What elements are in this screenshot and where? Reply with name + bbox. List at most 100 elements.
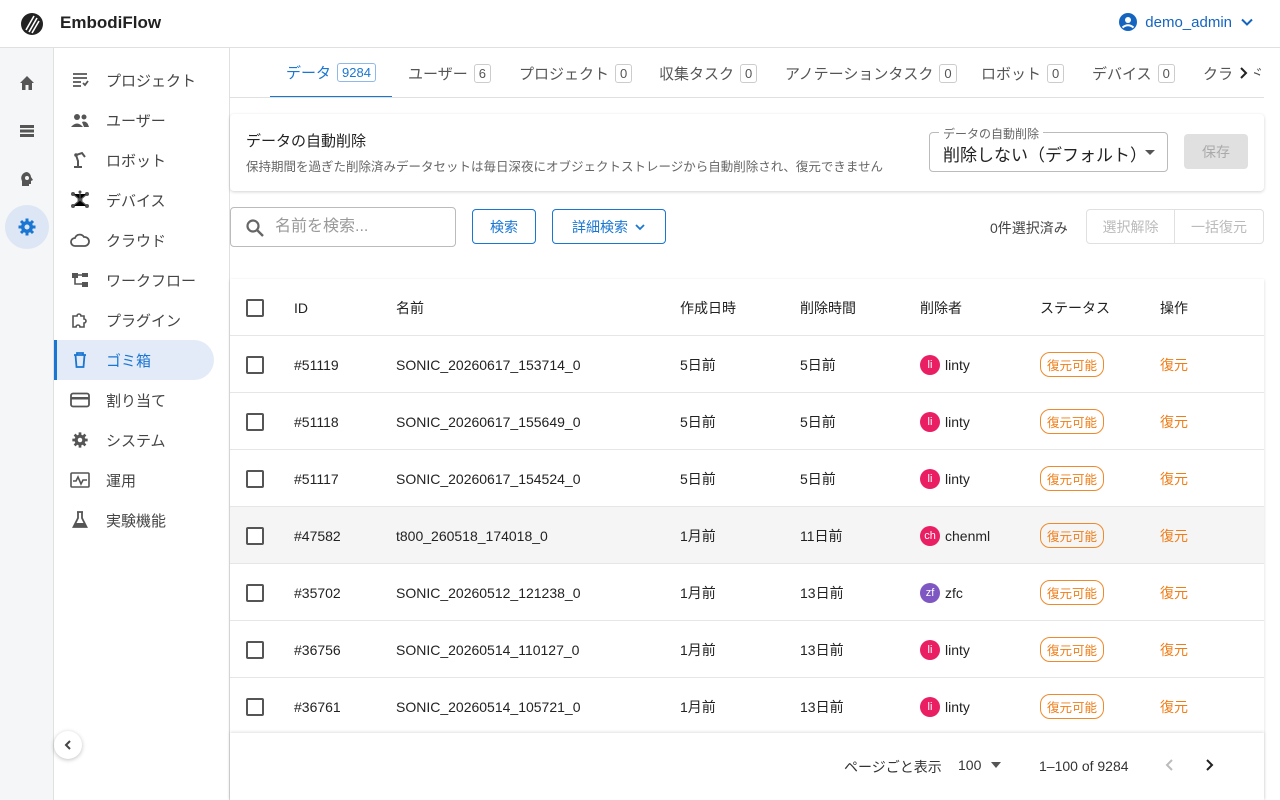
row-name: SONIC_20260514_110127_0 xyxy=(396,641,580,658)
sidebar-item-label: システム xyxy=(106,432,166,450)
restore-link[interactable]: 復元 xyxy=(1160,526,1188,546)
sidebar-item-system[interactable]: システム xyxy=(54,420,214,460)
save-button[interactable]: 保存 xyxy=(1184,134,1248,169)
restore-link[interactable]: 復元 xyxy=(1160,469,1188,489)
row-deleted-time: 5日前 xyxy=(800,413,836,430)
tab-cloud[interactable]: クラウド xyxy=(1203,48,1263,97)
tab-robots[interactable]: ロボット 0 xyxy=(981,48,1065,97)
sidebar-item-robots[interactable]: ロボット xyxy=(54,140,214,180)
restore-link[interactable]: 復元 xyxy=(1160,412,1188,432)
storage-icon[interactable] xyxy=(5,109,49,153)
row-deleted-by: ch chenml xyxy=(920,507,990,564)
sidebar-item-experimental[interactable]: 実験機能 xyxy=(54,500,214,540)
header-name[interactable]: 名前 xyxy=(396,279,424,336)
status-badge: 復元可能 xyxy=(1040,466,1105,491)
psychology-icon[interactable] xyxy=(5,157,49,201)
table-row[interactable]: #51119 SONIC_20260617_153714_0 5日前 5日前 li lin… xyxy=(230,336,1264,393)
tab-users[interactable]: ユーザー 6 xyxy=(408,48,491,97)
collapse-sidebar-button[interactable] xyxy=(54,731,82,759)
row-created: 1月前 xyxy=(680,584,716,601)
settings-icon[interactable] xyxy=(5,205,49,249)
sidebar-item-workflow[interactable]: ワークフロー xyxy=(54,260,214,300)
sidebar-item-allocation[interactable]: 割り当て xyxy=(54,380,214,420)
search-input-box[interactable] xyxy=(230,207,456,247)
row-actions: 復元 xyxy=(1160,393,1188,450)
row-name: t800_260518_174018_0 xyxy=(396,527,548,544)
icon-rail xyxy=(0,48,54,800)
row-checkbox[interactable] xyxy=(246,526,264,545)
table-row[interactable]: #35702 SONIC_20260512_121238_0 1月前 13日前 zf zf… xyxy=(230,564,1264,621)
search-button[interactable]: 検索 xyxy=(472,209,536,244)
header-id[interactable]: ID xyxy=(294,279,308,336)
advanced-search-label: 詳細検索 xyxy=(572,218,628,235)
header-created[interactable]: 作成日時 xyxy=(680,279,736,336)
row-deleted-by: li linty xyxy=(920,336,970,393)
row-checkbox[interactable] xyxy=(246,355,264,374)
top-bar: EmbodiFlow demo_admin xyxy=(0,0,1280,48)
tab-label: ロボット xyxy=(981,65,1042,83)
table-row[interactable]: #36756 SONIC_20260514_110127_0 1月前 13日前 li li… xyxy=(230,621,1264,678)
restore-link[interactable]: 復元 xyxy=(1160,583,1188,603)
chevron-right-icon xyxy=(1240,67,1248,79)
sidebar-item-projects[interactable]: プロジェクト xyxy=(54,60,214,100)
table-row[interactable]: #51118 SONIC_20260617_155649_0 5日前 5日前 li lin… xyxy=(230,393,1264,450)
user-menu[interactable]: demo_admin xyxy=(1119,13,1254,31)
deselect-button[interactable]: 選択解除 xyxy=(1086,209,1175,244)
row-checkbox-cell xyxy=(246,507,264,564)
chevron-left-icon xyxy=(64,740,71,750)
sidebar-item-users[interactable]: ユーザー xyxy=(54,100,214,140)
rows-per-page-select[interactable]: 100 xyxy=(958,757,1002,773)
row-actions: 復元 xyxy=(1160,336,1188,393)
row-id: #51117 xyxy=(294,470,339,487)
sidebar-item-plugins[interactable]: プラグイン xyxy=(54,300,214,340)
row-deleted-by: li linty xyxy=(920,621,970,678)
auto-delete-select[interactable]: データの自動削除 削除しない（デフォルト） xyxy=(929,125,1168,172)
user-avatar: li xyxy=(920,696,940,717)
sidebar-item-label: ロボット xyxy=(106,152,167,170)
sidebar-item-cloud[interactable]: クラウド xyxy=(54,220,214,260)
row-checkbox[interactable] xyxy=(246,583,264,602)
header-deleted-by[interactable]: 削除者 xyxy=(920,279,962,336)
tab-devices[interactable]: デバイス 0 xyxy=(1092,48,1175,97)
tab-label: データ xyxy=(286,64,332,82)
restore-link[interactable]: 復元 xyxy=(1160,355,1188,375)
previous-page-button[interactable] xyxy=(1158,753,1182,777)
table-row[interactable]: #51117 SONIC_20260617_154524_0 5日前 5日前 li lin… xyxy=(230,450,1264,507)
header-status[interactable]: ステータス xyxy=(1040,279,1110,336)
restore-link[interactable]: 復元 xyxy=(1160,640,1188,660)
user-name: linty xyxy=(945,470,970,487)
row-created: 5日前 xyxy=(680,356,716,373)
dropdown-arrow-icon xyxy=(991,762,1002,768)
tab-scroll-right-button[interactable] xyxy=(1234,60,1254,86)
table-header: ID 名前 作成日時 削除時間 削除者 ステータス 操作 xyxy=(230,279,1264,336)
search-input[interactable] xyxy=(275,216,445,238)
table-row[interactable]: #36761 SONIC_20260514_105721_0 1月前 13日前 li li… xyxy=(230,678,1264,735)
sidebar-item-label: 運用 xyxy=(106,472,137,490)
row-id: #47582 xyxy=(294,527,341,544)
row-actions: 復元 xyxy=(1160,564,1188,621)
tab-data[interactable]: データ 9284 xyxy=(270,48,392,97)
row-checkbox[interactable] xyxy=(246,469,264,488)
sidebar-item-trash[interactable]: ゴミ箱 xyxy=(54,340,214,380)
row-checkbox-cell xyxy=(246,678,264,735)
sidebar-item-operations[interactable]: 運用 xyxy=(54,460,214,500)
bulk-restore-button[interactable]: 一括復元 xyxy=(1174,209,1264,244)
table-row[interactable]: #47582 t800_260518_174018_0 1月前 11日前 ch chenm… xyxy=(230,507,1264,564)
home-icon[interactable] xyxy=(5,61,49,105)
embodiflow-logo-icon[interactable] xyxy=(20,12,44,36)
row-checkbox[interactable] xyxy=(246,640,264,659)
tab-collection-tasks[interactable]: 収集タスク 0 xyxy=(659,48,758,97)
sidebar-item-devices[interactable]: デバイス xyxy=(54,180,214,220)
tab-projects[interactable]: プロジェクト 0 xyxy=(519,48,633,97)
row-checkbox[interactable] xyxy=(246,412,264,431)
row-checkbox[interactable] xyxy=(246,697,264,716)
robot-arm-icon xyxy=(70,150,90,170)
header-deleted-time[interactable]: 削除時間 xyxy=(800,279,856,336)
select-all-checkbox[interactable] xyxy=(246,298,264,317)
advanced-search-button[interactable]: 詳細検索 xyxy=(552,209,666,244)
auto-delete-select-value: 削除しない（デフォルト） xyxy=(943,146,1147,165)
search-icon xyxy=(246,219,264,237)
restore-link[interactable]: 復元 xyxy=(1160,697,1188,717)
next-page-button[interactable] xyxy=(1198,753,1222,777)
tab-annotation-tasks[interactable]: アノテーションタスク 0 xyxy=(785,48,957,97)
